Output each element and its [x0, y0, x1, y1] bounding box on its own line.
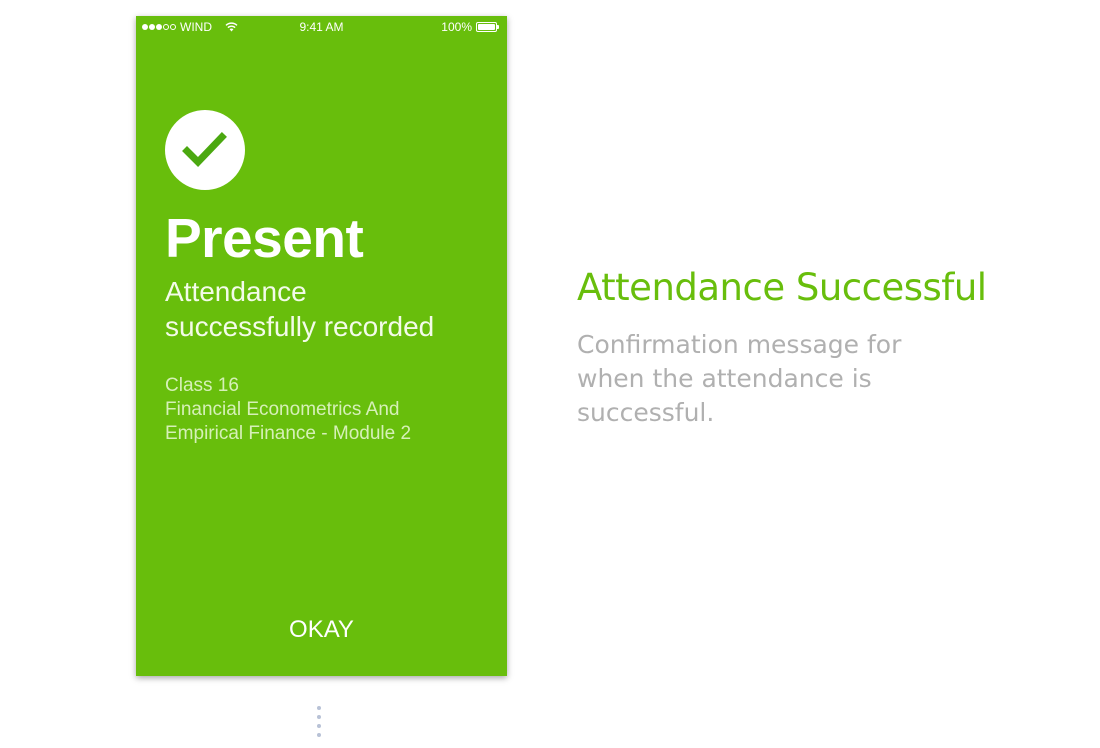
artboard: WIND 9:41 AM 100% Present Attendance suc…: [0, 0, 1100, 748]
phone-screen: WIND 9:41 AM 100% Present Attendance suc…: [136, 16, 507, 676]
subtitle-line: successfully recorded: [165, 311, 435, 342]
connector-dot: [317, 733, 321, 737]
course-name-line: Empirical Finance - Module 2: [165, 423, 412, 444]
screen-description-title: Attendance Successful: [577, 266, 987, 309]
status-title: Present: [165, 207, 364, 269]
checkmark-icon: [182, 132, 227, 168]
connector-dot: [317, 706, 321, 710]
class-number: Class 16: [165, 375, 239, 396]
screen-description-text: Confirmation message for when the attend…: [577, 328, 917, 430]
flow-connector: [316, 706, 322, 742]
confirmation-subtitle: Attendance successfully recorded: [165, 274, 485, 344]
checkmark-badge: [165, 110, 245, 190]
subtitle-line: Attendance: [165, 276, 307, 307]
description-line: Confirmation message for: [577, 330, 902, 359]
battery-icon: [476, 22, 500, 32]
connector-dot: [317, 724, 321, 728]
battery-percentage: 100%: [441, 20, 472, 34]
okay-button[interactable]: OKAY: [136, 616, 507, 644]
class-details: Class 16 Financial Econometrics And Empi…: [165, 374, 485, 446]
description-line: when the attendance is: [577, 364, 872, 393]
description-line: successful.: [577, 398, 715, 427]
status-right: 100%: [441, 20, 500, 34]
connector-dot: [317, 715, 321, 719]
course-name-line: Financial Econometrics And: [165, 399, 400, 420]
status-bar: WIND 9:41 AM 100%: [136, 16, 507, 36]
